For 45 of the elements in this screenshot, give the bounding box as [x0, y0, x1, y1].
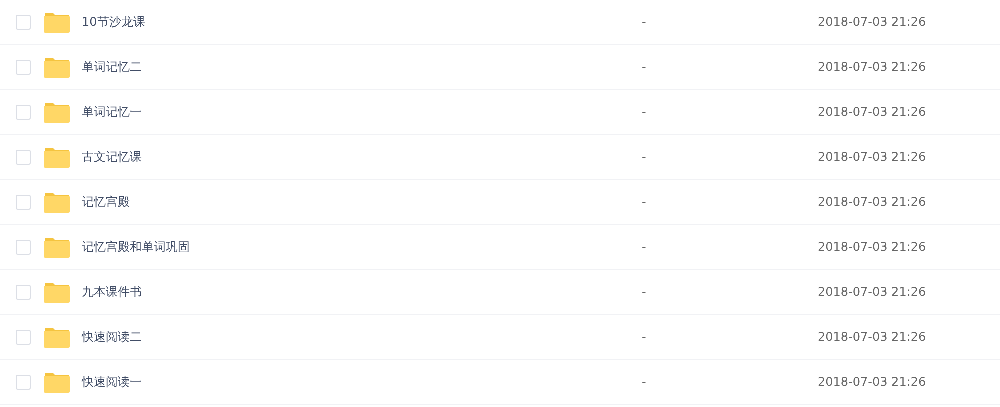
modified-date: 2018-07-03 21:26	[818, 15, 926, 29]
file-size: -	[642, 240, 648, 254]
checkbox[interactable]	[16, 194, 31, 210]
file-size: -	[642, 105, 648, 119]
checkbox[interactable]	[16, 60, 31, 74]
folder-icon	[44, 102, 70, 122]
folder-name[interactable]: 单词记忆二	[82, 58, 642, 76]
folder-icon	[44, 326, 70, 348]
folder-icon	[44, 372, 70, 392]
file-size: -	[642, 330, 648, 344]
folder-name[interactable]: 记忆宫殿和单词巩固	[82, 238, 642, 256]
folder-icon	[44, 236, 70, 258]
folder-name[interactable]: 单词记忆一	[82, 104, 642, 120]
folder-name[interactable]: 九本课件书	[82, 284, 642, 300]
modified-date: 2018-07-03 21:26	[818, 285, 926, 299]
modified-date: 2018-07-03 21:26	[818, 240, 926, 254]
folder-icon	[44, 12, 70, 32]
checkbox[interactable]	[16, 150, 31, 164]
file-size: -	[642, 15, 648, 29]
modified-date: 2018-07-03 21:26	[818, 330, 926, 344]
checkbox[interactable]	[16, 240, 31, 254]
checkbox[interactable]	[16, 374, 31, 390]
file-size: -	[642, 285, 648, 299]
file-size: -	[642, 60, 648, 74]
modified-date: 2018-07-03 21:26	[818, 195, 926, 209]
file-size: -	[642, 150, 648, 164]
folder-name[interactable]: 古文记忆课	[82, 148, 642, 166]
modified-date: 2018-07-03 21:26	[818, 60, 926, 74]
folder-icon	[44, 192, 70, 212]
checkbox[interactable]	[16, 14, 31, 30]
folder-icon	[44, 282, 70, 302]
folder-name[interactable]: 10节沙龙课	[82, 14, 642, 30]
folder-name[interactable]: 快速阅读二	[82, 328, 642, 346]
folder-name[interactable]: 快速阅读一	[82, 374, 642, 390]
file-size: -	[642, 195, 648, 209]
checkbox[interactable]	[16, 104, 31, 120]
folder-icon	[44, 146, 70, 168]
folder-icon	[44, 56, 70, 78]
file-size: -	[642, 375, 648, 389]
checkbox[interactable]	[16, 284, 31, 300]
modified-date: 2018-07-03 21:26	[818, 375, 926, 389]
modified-date: 2018-07-03 21:26	[818, 105, 926, 119]
folder-name[interactable]: 记忆宫殿	[82, 194, 642, 210]
modified-date: 2018-07-03 21:26	[818, 150, 926, 164]
checkbox[interactable]	[16, 330, 31, 344]
